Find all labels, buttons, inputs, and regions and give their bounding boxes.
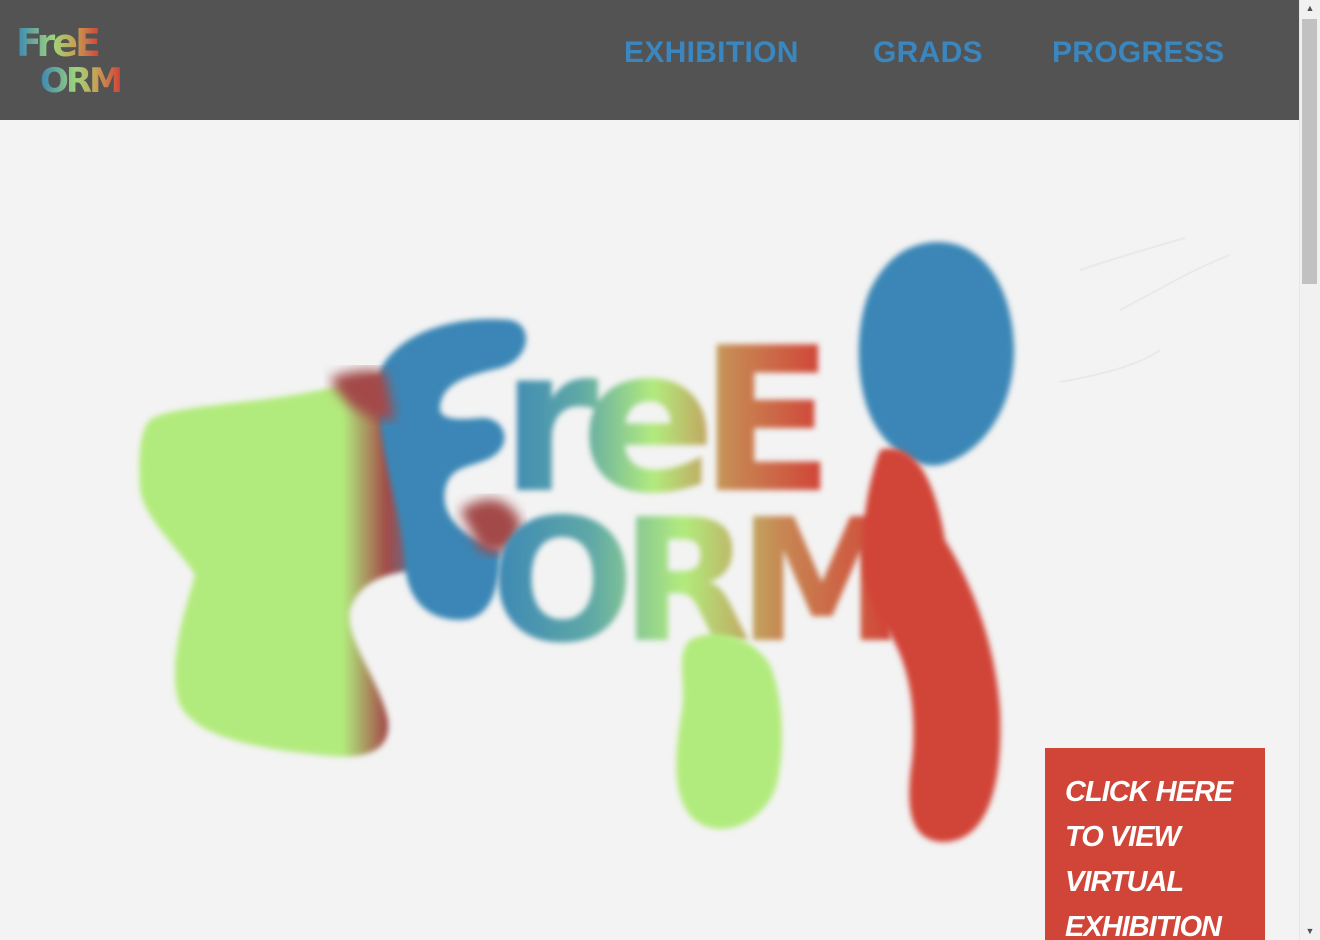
view-virtual-exhibition-button[interactable]: CLICK HERE TO VIEW VIRTUAL EXHIBITION: [1045, 748, 1265, 940]
green-drip-blob: [676, 634, 782, 829]
scrollbar-thumb[interactable]: [1302, 19, 1317, 284]
cta-line: VIRTUAL: [1065, 866, 1184, 898]
cta-line: CLICK HERE: [1065, 776, 1233, 808]
cta-line: TO VIEW: [1065, 821, 1181, 853]
vertical-scrollbar[interactable]: ▲ ▼: [1299, 0, 1320, 940]
site-header: FreE ORM EXHIBITION GRADS PROGRESS: [0, 0, 1299, 120]
nav-grads-link[interactable]: GRADS: [873, 36, 983, 76]
blue-balloon-blob: [858, 241, 1015, 466]
triangle-down-icon[interactable]: ▼: [1300, 923, 1320, 940]
nav-progress-link[interactable]: PROGRESS: [1052, 36, 1224, 76]
svg-text:ORM: ORM: [40, 61, 120, 100]
page: FreE ORM EXHIBITION GRADS PROGRESS reE O…: [0, 0, 1320, 940]
site-logo[interactable]: FreE ORM: [14, 20, 134, 101]
freeform-logo-icon: FreE ORM: [16, 21, 123, 101]
cta-line: EXHIBITION: [1065, 911, 1222, 940]
cta-text: CLICK HERE TO VIEW VIRTUAL EXHIBITION: [1065, 770, 1261, 940]
triangle-up-icon[interactable]: ▲: [1300, 0, 1320, 17]
svg-text:FreE: FreE: [16, 21, 99, 65]
faint-sketch-marks: [1059, 237, 1231, 383]
nav-exhibition-link[interactable]: EXHIBITION: [624, 36, 799, 76]
